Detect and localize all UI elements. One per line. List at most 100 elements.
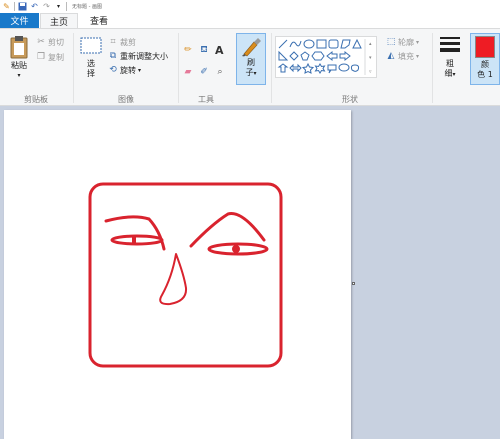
divider [271, 33, 272, 103]
curve-shape-icon [289, 40, 302, 48]
select-button[interactable]: 选 择 [78, 37, 104, 79]
gallery-expand-icon: ▿ [369, 69, 372, 75]
face-drawing [88, 182, 283, 368]
chevron-down-icon: ▾ [416, 53, 420, 60]
brushes-label-top: 刷 [247, 58, 255, 67]
crop-button[interactable]: ⌗ 裁剪 [108, 37, 136, 48]
redo-icon[interactable]: ↷ [42, 2, 51, 11]
color1-button[interactable]: 颜 色 1 [470, 33, 500, 85]
triangle-shape-icon [352, 38, 362, 49]
callout-cloud-shape-icon [350, 64, 360, 72]
divider [73, 33, 74, 103]
shapes-gallery[interactable]: ▴ ▾ ▿ [275, 36, 377, 78]
tab-file[interactable]: 文件 [0, 13, 39, 28]
brushes-button[interactable]: 刷 子▾ [236, 33, 266, 85]
pencil-icon: ✏ [184, 44, 192, 55]
undo-icon[interactable]: ↶ [30, 2, 39, 11]
scissors-icon: ✂ [37, 37, 45, 47]
workspace [0, 106, 500, 439]
select-label-top: 选 [87, 59, 95, 68]
rotate-icon: ⟲ [109, 65, 117, 75]
divider [178, 33, 179, 103]
color-picker-tool[interactable]: ✐ [199, 67, 209, 77]
divider [432, 33, 433, 103]
eraser-icon: ▰ [184, 66, 192, 77]
resize-label: 重新调整大小 [120, 52, 168, 61]
group-label-tools: 工具 [198, 95, 214, 104]
fill-button[interactable]: ◭ 填充 ▾ [386, 51, 419, 62]
chevron-down-icon: ▾ [17, 72, 21, 79]
tab-home[interactable]: 主页 [40, 13, 79, 28]
group-label-image: 图像 [118, 95, 134, 104]
size-button[interactable]: 粗 细▾ [436, 35, 464, 80]
tab-view[interactable]: 查看 [81, 13, 117, 28]
fill-tool[interactable]: ⛾ [199, 45, 209, 55]
line-shape-icon [278, 39, 288, 49]
paint-app-icon[interactable]: ✎ [2, 2, 11, 11]
oval-shape-icon [303, 39, 315, 49]
crop-icon: ⌗ [110, 37, 116, 47]
save-icon[interactable] [18, 2, 27, 11]
four-point-arrow-shape-icon [289, 63, 302, 73]
fill-icon: ◭ [387, 51, 395, 61]
crop-label: 裁剪 [120, 38, 136, 47]
brush-icon [242, 38, 261, 57]
chevron-down-icon: ▾ [452, 71, 456, 78]
rotate-button[interactable]: ⟲ 旋转 ▾ [108, 65, 141, 76]
customize-quick-access-icon[interactable]: ▾ [54, 2, 63, 11]
rounded-rectangle-shape-icon [328, 39, 339, 49]
resize-icon: ⧉ [109, 51, 117, 61]
pentagon-shape-icon [300, 51, 310, 61]
callout-oval-shape-icon [338, 63, 350, 72]
eraser-tool[interactable]: ▰ [183, 67, 193, 77]
polygon-shape-icon [340, 39, 351, 49]
select-label-bottom: 择 [87, 69, 95, 78]
rotate-label: 旋转 [120, 66, 136, 75]
cut-button[interactable]: ✂ 剪切 [36, 37, 64, 48]
left-eye [110, 234, 164, 246]
canvas-resize-handle[interactable] [352, 282, 355, 285]
size-label-bottom: 细▾ [444, 69, 456, 78]
size-label-top: 粗 [446, 59, 454, 68]
face-outline [88, 182, 283, 368]
right-arrow-shape-icon [339, 50, 351, 62]
eyedropper-icon: ✐ [200, 66, 208, 77]
outline-label: 轮廓 [398, 38, 414, 47]
pencil-tool[interactable]: ✏ [183, 45, 193, 55]
hexagon-shape-icon [311, 51, 325, 61]
paste-icon [10, 36, 28, 59]
fill-bucket-icon: ⛾ [200, 44, 208, 55]
brushes-label-bottom: 子▾ [245, 68, 257, 77]
chevron-down-icon: ▾ [416, 39, 420, 46]
outline-button[interactable]: ⬚ 轮廓 ▾ [386, 37, 419, 48]
window-title: 无标题 - 画图 [72, 4, 102, 10]
title-bar: ✎ ↶ ↷ ▾ 无标题 - 画图 [0, 0, 500, 13]
gallery-up-icon: ▴ [369, 41, 372, 47]
magnifier-icon: ⌕ [217, 66, 223, 77]
drawing-canvas[interactable] [4, 110, 351, 439]
color1-label-bottom: 色 1 [477, 70, 493, 79]
shapes-icons: ▴ ▾ ▿ [277, 38, 372, 75]
text-tool-icon: A [215, 44, 224, 57]
right-pupil [232, 245, 240, 253]
outline-icon: ⬚ [386, 37, 396, 47]
color1-label-top: 颜 [481, 60, 489, 69]
left-arrow-shape-icon [326, 50, 338, 62]
magnifier-tool[interactable]: ⌕ [215, 67, 225, 77]
fill-label: 填充 [398, 52, 414, 61]
nose [159, 253, 188, 306]
select-icon [80, 37, 102, 54]
star-six-shape-icon [314, 63, 326, 74]
copy-icon: ❐ [36, 52, 46, 62]
right-eyebrow [189, 212, 266, 248]
gallery-down-icon: ▾ [369, 55, 372, 61]
chevron-down-icon: ▾ [253, 70, 257, 77]
copy-button[interactable]: ❐ 复制 [36, 52, 64, 63]
paste-button[interactable]: 粘贴 ▾ [6, 35, 32, 81]
paste-label: 粘贴 [11, 61, 27, 70]
resize-button[interactable]: ⧉ 重新调整大小 [108, 51, 168, 62]
rectangle-shape-icon [316, 39, 327, 49]
color1-swatch [475, 36, 495, 58]
divider [14, 2, 15, 11]
text-tool[interactable]: A [215, 44, 224, 57]
